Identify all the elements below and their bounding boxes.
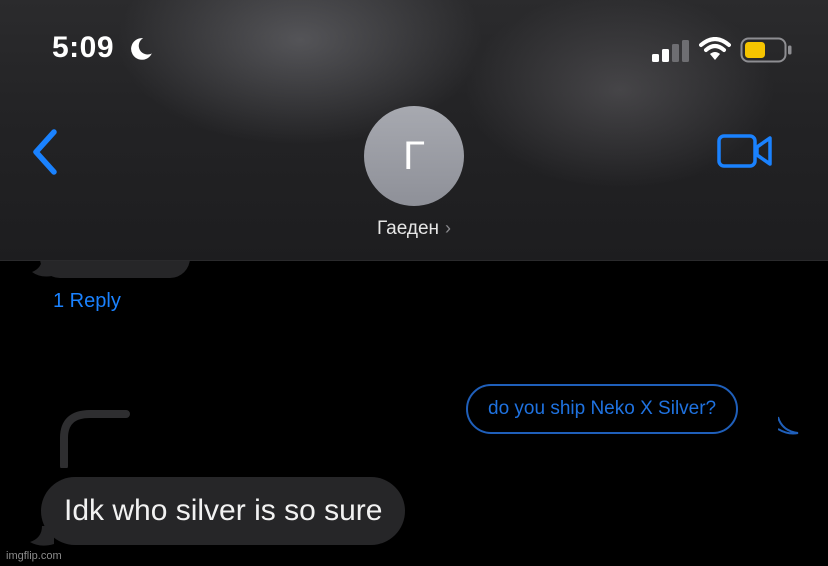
chevron-left-icon[interactable] (28, 128, 62, 176)
contact-avatar[interactable]: Г (364, 106, 464, 206)
bubble-tail (778, 416, 799, 435)
chevron-right-icon: › (445, 218, 452, 238)
moon-icon (131, 38, 152, 60)
wifi-icon (699, 37, 731, 60)
bubble-tail (30, 526, 54, 546)
video-camera-icon[interactable] (717, 133, 773, 169)
reply-thread-line (60, 410, 130, 468)
bubble-tail (32, 258, 52, 277)
sent-message-bubble[interactable]: do you ship Neko X Silver? (466, 384, 739, 434)
cellular-signal-icon (652, 40, 689, 62)
watermark: imgflip.com (6, 550, 62, 562)
contact-name-button[interactable]: Гаеден › (0, 218, 828, 240)
received-message-text: Idk who silver is so sure (64, 494, 383, 527)
sent-message-text: do you ship Neko X Silver? (488, 398, 717, 419)
received-message-bubble[interactable]: Idk who silver is so sure (41, 477, 406, 545)
status-time: 5:09 (52, 31, 115, 64)
battery-icon (740, 37, 792, 63)
thread-reply-link[interactable]: 1 Reply (53, 290, 121, 313)
conversation-header: 5:09 Г Гаеден › (0, 0, 828, 261)
avatar-initial: Г (403, 133, 425, 178)
contact-name: Гаеден (376, 218, 440, 239)
